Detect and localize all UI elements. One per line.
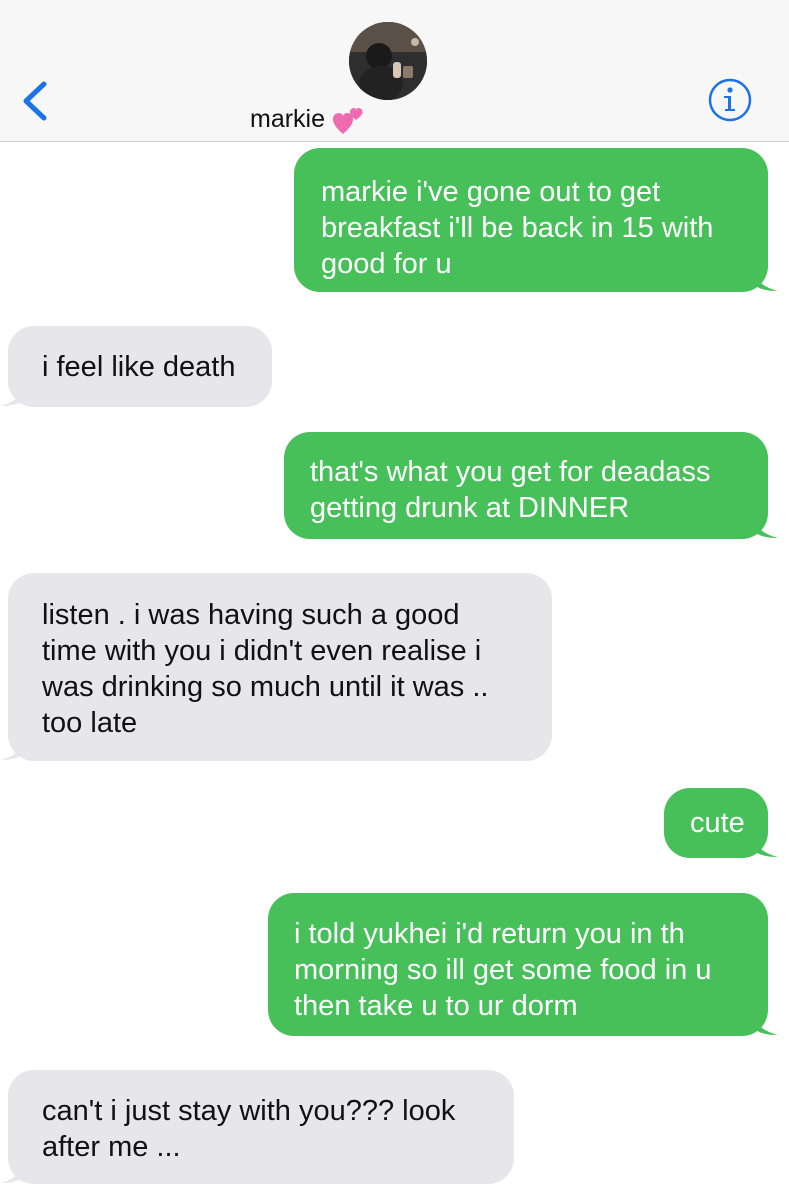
outgoing-message-bubble[interactable]: markie i've gone out to get breakfast i'…: [294, 148, 768, 292]
outgoing-message-bubble[interactable]: i told yukhei i'd return you in th morni…: [268, 893, 768, 1036]
info-button[interactable]: [707, 77, 753, 123]
outgoing-bubble-tail: [752, 514, 778, 538]
incoming-message-bubble[interactable]: listen . i was having such a good time w…: [8, 573, 552, 761]
outgoing-bubble-tail: [752, 267, 778, 291]
outgoing-message-bubble[interactable]: that's what you get for deadass getting …: [284, 432, 768, 539]
contact-avatar[interactable]: [349, 22, 427, 100]
incoming-bubble-tail: [0, 736, 26, 760]
contact-name: markie: [250, 104, 326, 133]
two-hearts-icon: [333, 106, 365, 136]
avatar-photo: [349, 22, 427, 100]
incoming-bubble-tail: [0, 1159, 26, 1183]
conversation-header: markie: [0, 0, 789, 142]
chevron-left-icon: [23, 81, 47, 121]
outgoing-bubble-tail: [752, 833, 778, 857]
info-icon: [708, 78, 752, 122]
incoming-bubble-tail: [0, 382, 26, 406]
incoming-message-bubble[interactable]: can't i just stay with you??? look after…: [8, 1070, 514, 1184]
back-button[interactable]: [18, 76, 58, 126]
outgoing-bubble-tail: [752, 1011, 778, 1035]
incoming-message-bubble[interactable]: i feel like death: [8, 326, 272, 407]
contact-name-row[interactable]: markie: [250, 104, 365, 134]
